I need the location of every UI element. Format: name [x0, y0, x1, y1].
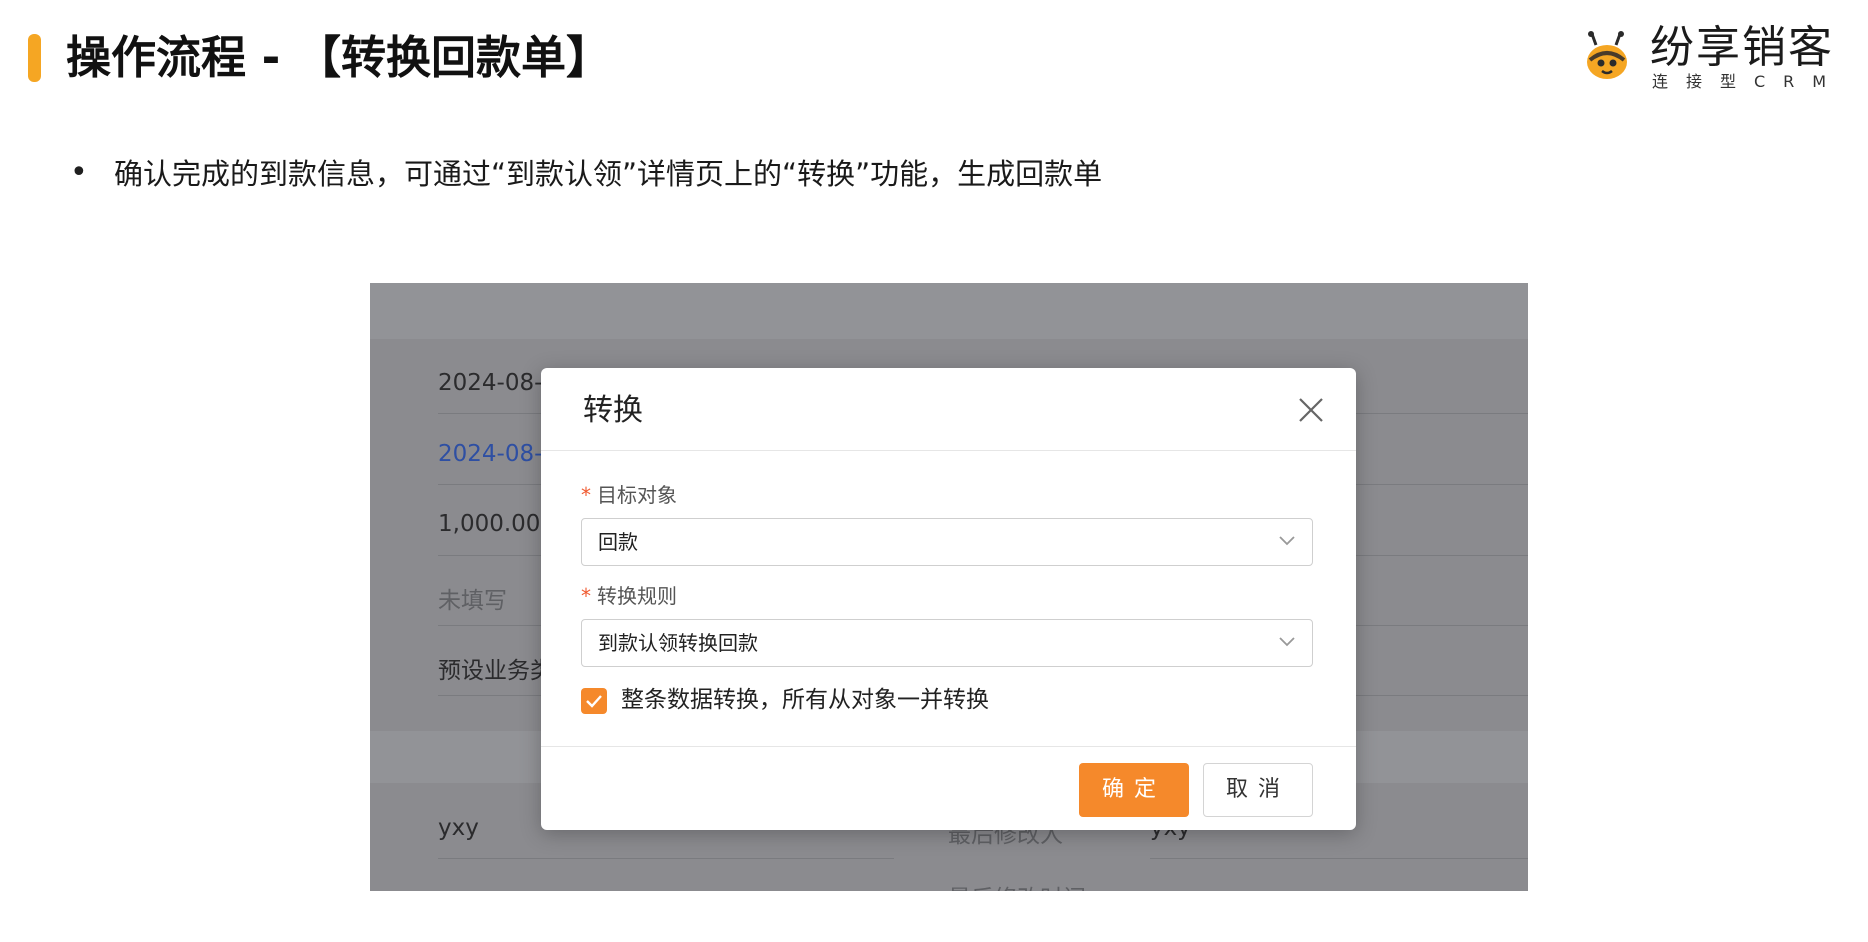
screenshot-header-band	[370, 283, 1528, 339]
dialog-footer-divider	[541, 746, 1356, 747]
chevron-down-icon	[1279, 637, 1295, 647]
conversion-rule-label: * 转换规则	[581, 584, 677, 608]
target-object-label: * 目标对象	[581, 483, 677, 507]
convert-dialog: 转换 * 目标对象 回款 * 转换规则 到款认领转换回款 整条数据转换，所有从对象一…	[541, 368, 1356, 830]
convert-all-label[interactable]: 整条数据转换，所有从对象一并转换	[621, 684, 989, 716]
close-icon[interactable]	[1293, 392, 1329, 428]
dialog-header-divider	[541, 450, 1356, 451]
title-accent-bar	[28, 34, 41, 82]
bullet-text: 确认完成的到款信息，可通过“到款认领”详情页上的“转换”功能，生成回款单	[114, 157, 1103, 191]
bg-bottom-right-label: 最后修改时间	[948, 879, 1086, 891]
required-asterisk: *	[581, 584, 591, 608]
brand-logo: 纷享销客 连接型CRM	[1580, 22, 1850, 92]
bg-row-amount: 1,000.00	[438, 511, 541, 537]
conversion-rule-value: 到款认领转换回款	[598, 631, 758, 655]
bg-row-empty: 未填写	[438, 588, 507, 614]
conversion-rule-select[interactable]: 到款认领转换回款	[581, 619, 1313, 667]
brand-name: 纷享销客	[1650, 22, 1834, 73]
convert-all-checkbox[interactable]	[581, 688, 607, 714]
target-object-value: 回款	[598, 530, 638, 554]
slide-title: 操作流程 - 【转换回款单】	[66, 31, 612, 84]
brand-tagline: 连接型CRM	[1652, 72, 1845, 91]
divider	[1150, 858, 1528, 859]
confirm-button[interactable]: 确定	[1079, 763, 1189, 817]
bg-lower-left-value: yxy	[438, 815, 479, 841]
bullet-marker: •	[70, 155, 88, 190]
bee-mascot-icon	[1587, 31, 1627, 79]
bg-row-business-type: 预设业务类	[438, 658, 553, 684]
target-object-select[interactable]: 回款	[581, 518, 1313, 566]
divider	[438, 858, 894, 859]
required-asterisk: *	[581, 483, 591, 507]
cancel-button[interactable]: 取消	[1203, 763, 1313, 817]
chevron-down-icon	[1279, 536, 1295, 546]
checkmark-icon	[586, 695, 602, 708]
dialog-title: 转换	[583, 393, 643, 428]
bg-row-date-2-link[interactable]: 2024-08-2	[438, 441, 557, 467]
bg-row-date-1: 2024-08-2	[438, 370, 558, 396]
